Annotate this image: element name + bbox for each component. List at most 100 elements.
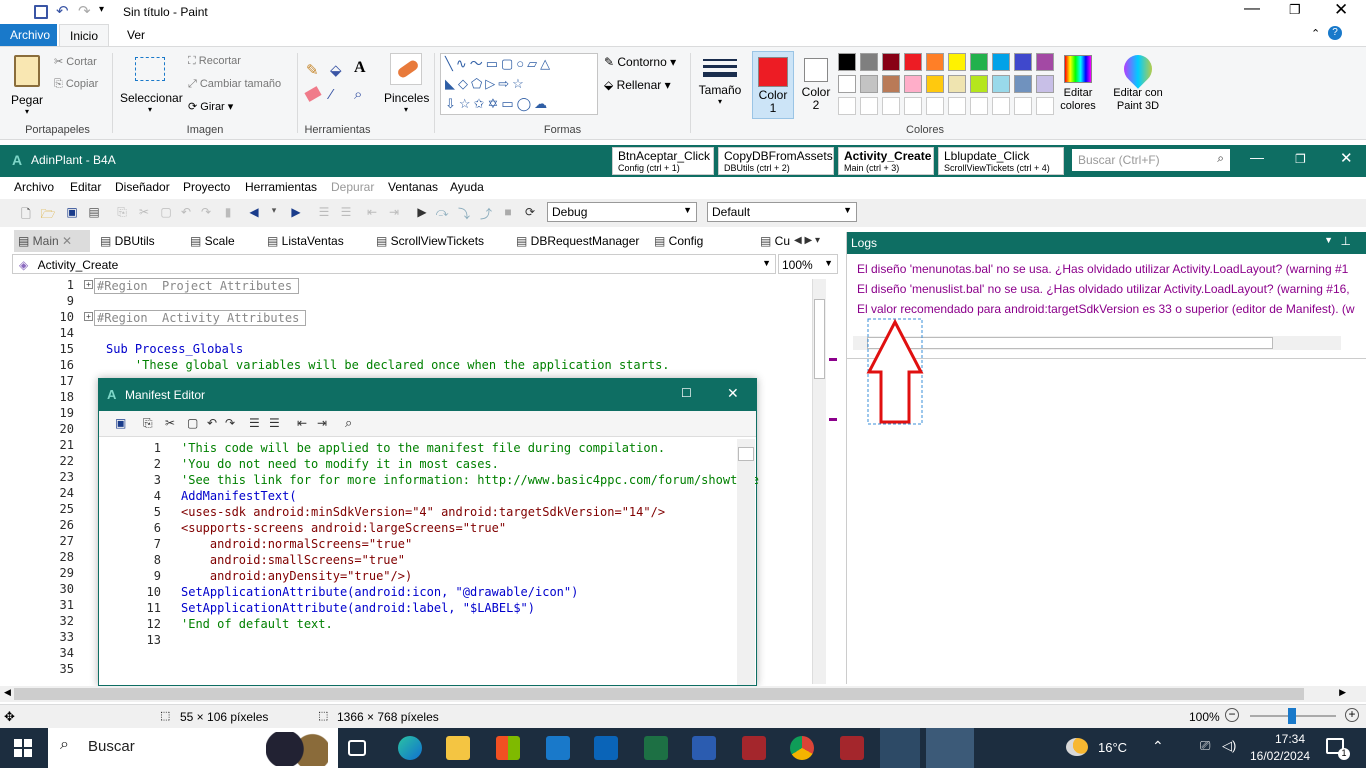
- file-tab[interactable]: ▤ DBRequestManager: [512, 230, 643, 252]
- color-swatch[interactable]: [970, 53, 988, 71]
- file-tab[interactable]: ▤ Cu: [756, 230, 794, 252]
- manifest-comment-icon[interactable]: ☰: [249, 416, 260, 430]
- manifest-undo-icon[interactable]: ↶: [207, 416, 217, 430]
- quick-tab[interactable]: Lblupdate_Click ScrollViewTickets (ctrl +…: [938, 147, 1064, 175]
- color-swatch[interactable]: [970, 75, 988, 93]
- color-swatch[interactable]: [1036, 75, 1054, 93]
- tray-chevron-icon[interactable]: ⌃: [1152, 738, 1164, 755]
- redo-icon[interactable]: ↷: [198, 205, 214, 221]
- minimize-ribbon-icon[interactable]: ⌃: [1311, 27, 1320, 40]
- paint-taskbar-icon[interactable]: [926, 728, 974, 768]
- empty-color-swatch[interactable]: [948, 97, 966, 115]
- outdent-icon[interactable]: ⇤: [364, 205, 380, 221]
- paint3d-button[interactable]: Editar con Paint 3D: [1110, 49, 1166, 113]
- fill-icon[interactable]: ⬙: [330, 61, 342, 79]
- file-tab[interactable]: ▤ ScrollViewTickets: [372, 230, 488, 252]
- save-icon[interactable]: [34, 5, 48, 19]
- build-config-select[interactable]: Default ▼: [707, 202, 857, 222]
- logs-hscrollbar[interactable]: [853, 336, 1341, 350]
- clock-time[interactable]: 17:34: [1264, 732, 1316, 746]
- color-swatch[interactable]: [992, 53, 1010, 71]
- empty-color-swatch[interactable]: [860, 97, 878, 115]
- network-icon[interactable]: ⎚: [1200, 738, 1210, 754]
- zoom-out-icon[interactable]: −: [1225, 708, 1239, 722]
- access-icon[interactable]: [742, 736, 766, 760]
- expand-region-icon[interactable]: +: [84, 312, 93, 321]
- b4a-search-input[interactable]: Buscar (Ctrl+F) ⌕: [1072, 149, 1230, 171]
- edge-icon[interactable]: [398, 736, 422, 760]
- red-up-arrow[interactable]: [865, 316, 925, 428]
- taskbar-search[interactable]: ⌕ Buscar: [48, 728, 338, 768]
- empty-color-swatch[interactable]: [882, 97, 900, 115]
- search-icon[interactable]: ⌕: [1217, 151, 1224, 166]
- color-swatch[interactable]: [838, 75, 856, 93]
- menu-item[interactable]: Ayuda: [450, 180, 484, 194]
- edit-colors-button[interactable]: Editar colores: [1058, 55, 1098, 113]
- manifest-redo-icon[interactable]: ↷: [225, 416, 235, 430]
- start-icon[interactable]: [14, 739, 32, 757]
- menu-item[interactable]: Ventanas: [388, 180, 438, 194]
- file-tab[interactable]: ▤ DBUtils: [96, 230, 159, 252]
- back-icon[interactable]: ◀: [246, 205, 262, 221]
- build-mode-select[interactable]: Debug ▼: [547, 202, 697, 222]
- menu-item[interactable]: Herramientas: [245, 180, 317, 194]
- mail-icon[interactable]: [546, 736, 570, 760]
- bookmark-icon[interactable]: ▮: [220, 205, 236, 221]
- color-swatch[interactable]: [838, 53, 856, 71]
- manifest-search-icon[interactable]: ⌕: [345, 415, 352, 431]
- menu-item[interactable]: Editar: [70, 180, 101, 194]
- empty-color-swatch[interactable]: [926, 97, 944, 115]
- color-swatch[interactable]: [926, 75, 944, 93]
- quick-tab[interactable]: Activity_Create Main (ctrl + 3): [838, 147, 934, 175]
- close-button[interactable]: ✕: [1334, 0, 1348, 20]
- manifest-paste-icon[interactable]: ▢: [187, 416, 198, 430]
- manifest-maximize-button[interactable]: ☐: [681, 386, 692, 400]
- resize-button[interactable]: ⤢ Cambiar tamaño: [188, 78, 281, 91]
- new-icon[interactable]: 🗋: [18, 205, 34, 221]
- expand-region-icon[interactable]: +: [84, 280, 93, 289]
- manifest-cut-icon[interactable]: ✂: [165, 416, 175, 430]
- paste-button[interactable]: Pegar ▾: [8, 53, 46, 119]
- menu-item[interactable]: Proyecto: [183, 180, 230, 194]
- volume-icon[interactable]: ◁): [1222, 738, 1236, 754]
- zoom-in-icon[interactable]: +: [1345, 708, 1359, 722]
- empty-color-swatch[interactable]: [1014, 97, 1032, 115]
- text-icon[interactable]: A: [354, 59, 366, 77]
- save-icon[interactable]: ▣: [64, 205, 80, 221]
- zoom-select[interactable]: 100% ▼: [778, 254, 838, 274]
- menu-item[interactable]: Depurar: [331, 180, 374, 194]
- undo-icon[interactable]: ↶: [178, 205, 194, 221]
- tab-scroll-arrows[interactable]: ◀ ▶ ▾: [794, 230, 820, 252]
- restart-icon[interactable]: ⟳: [522, 205, 538, 221]
- color-swatch[interactable]: [860, 53, 878, 71]
- paste-icon[interactable]: ▢: [158, 205, 174, 221]
- log-entry[interactable]: El valor recomendado para android:target…: [857, 302, 1355, 316]
- color-picker-icon[interactable]: ⁄: [330, 86, 333, 103]
- copy-icon[interactable]: ⎘: [114, 205, 130, 221]
- color-swatch[interactable]: [1014, 53, 1032, 71]
- open-icon[interactable]: 🗁: [40, 205, 56, 221]
- cut-icon[interactable]: ✂: [136, 205, 152, 221]
- manifest-copy-icon[interactable]: ⎘: [143, 416, 153, 431]
- color-swatch[interactable]: [948, 53, 966, 71]
- indent-icon[interactable]: ⇥: [386, 205, 402, 221]
- file-tab[interactable]: ▤ Scale: [186, 230, 239, 252]
- manifest-close-button[interactable]: ✕: [727, 385, 739, 402]
- store-icon[interactable]: [496, 736, 520, 760]
- eraser-icon[interactable]: [304, 86, 322, 102]
- tab-inicio[interactable]: Inicio: [59, 24, 110, 46]
- color-swatch[interactable]: [882, 53, 900, 71]
- close-tab-icon[interactable]: ✕: [59, 234, 72, 248]
- chrome-icon[interactable]: [790, 736, 814, 760]
- outlook-icon[interactable]: [594, 736, 618, 760]
- comment-icon[interactable]: ☰: [316, 205, 332, 221]
- step-over-icon[interactable]: ⤼: [434, 205, 450, 221]
- copy-button[interactable]: ⎘ Copiar: [54, 78, 98, 91]
- color-swatch[interactable]: [860, 75, 878, 93]
- file-tab[interactable]: ▤ ListaVentas: [263, 230, 348, 252]
- sub-selector[interactable]: ◈ Activity_Create ▼: [12, 254, 776, 274]
- stop-icon[interactable]: ■: [500, 205, 516, 221]
- step-in-icon[interactable]: ⤵: [456, 205, 472, 221]
- empty-color-swatch[interactable]: [838, 97, 856, 115]
- color-swatch[interactable]: [904, 75, 922, 93]
